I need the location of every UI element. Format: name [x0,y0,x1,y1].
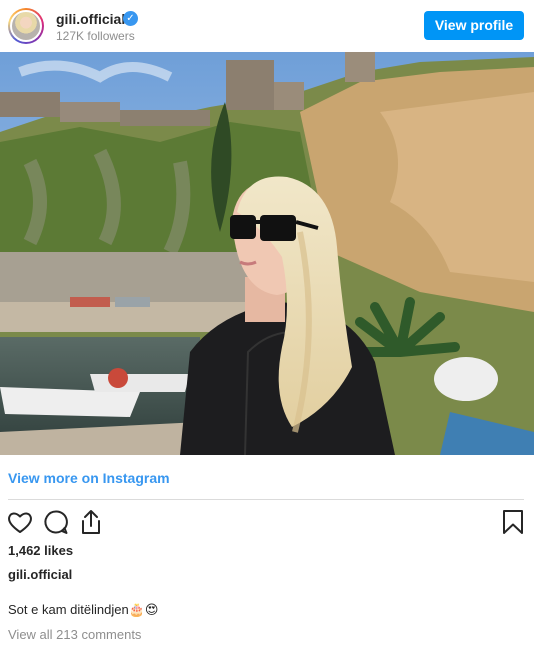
view-more-link[interactable]: View more on Instagram [8,470,170,486]
post-photo[interactable] [0,52,534,455]
view-comments-link[interactable]: View all 213 comments [8,627,141,642]
follower-count: 127K followers [56,29,135,43]
share-icon[interactable] [77,508,105,536]
view-profile-button[interactable]: View profile [424,11,524,40]
comment-icon[interactable] [42,508,70,536]
post-header: gili.official ✓ 127K followers View prof… [0,0,534,52]
action-bar [0,506,534,538]
username[interactable]: gili.official [56,11,125,27]
caption-username[interactable]: gili.official [8,567,72,582]
avatar[interactable] [8,8,44,44]
verified-badge-icon: ✓ [123,11,138,26]
bookmark-icon[interactable] [499,508,527,536]
avatar-image [10,10,42,42]
caption-text: Sot e kam ditëlindjen🎂😍 [8,602,159,617]
heart-icon[interactable] [6,508,34,536]
like-count[interactable]: 1,462 likes [8,543,73,558]
divider [8,499,524,500]
